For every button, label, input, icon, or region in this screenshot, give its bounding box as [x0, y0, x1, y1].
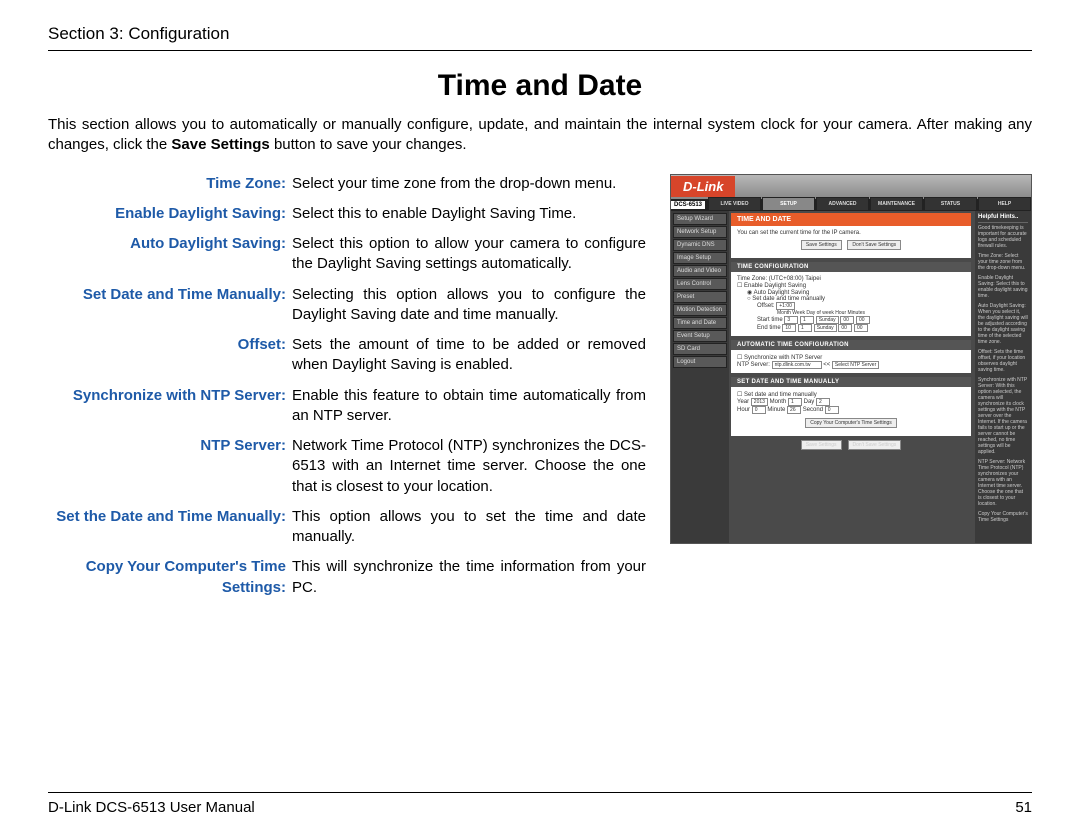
def-label: Synchronize with NTP Server [48, 386, 286, 427]
hint-text: Time Zone: Select your time zone from th… [978, 253, 1028, 271]
sidebar-item[interactable]: Network Setup [673, 226, 727, 238]
def-desc: Sets the amount of time to be added or r… [286, 335, 646, 376]
sidebar-item[interactable]: Setup Wizard [673, 213, 727, 225]
def-desc: Select this option to allow your camera … [286, 234, 646, 275]
tab-live-video[interactable]: LIVE VIDEO [708, 197, 761, 211]
copy-time-button[interactable]: Copy Your Computer's Time Settings [805, 418, 897, 428]
def-label: Time Zone [48, 174, 286, 194]
def-desc: Select your time zone from the drop-down… [286, 174, 646, 194]
def-label: Enable Daylight Saving [48, 204, 286, 224]
hints-header: Helpful Hints.. [978, 214, 1028, 223]
sidebar-item[interactable]: Event Setup [673, 330, 727, 342]
sidebar-item[interactable]: Logout [673, 356, 727, 368]
page-title: Time and Date [48, 69, 1032, 103]
definitions-list: Time ZoneSelect your time zone from the … [48, 174, 646, 608]
sidebar-item[interactable]: Dynamic DNS [673, 239, 727, 251]
section-hdr: SET DATE AND TIME MANUALLY [731, 377, 971, 387]
def-label: Copy Your Computer's Time Settings [48, 557, 286, 598]
panel-title: TIME AND DATE [731, 213, 971, 226]
ntp-label: NTP Server: [737, 362, 770, 368]
section-hdr: AUTOMATIC TIME CONFIGURATION [731, 340, 971, 350]
ntp-server-select[interactable]: Select NTP Server [832, 361, 879, 369]
dont-save-button[interactable]: Don't Save Settings [847, 240, 901, 250]
def-desc: Select this to enable Daylight Saving Ti… [286, 204, 646, 224]
page-footer: D-Link DCS-6513 User Manual 51 [48, 792, 1032, 816]
hints-column: Helpful Hints.. Good timekeeping is impo… [975, 211, 1031, 543]
hint-text: Synchronize with NTP Server: With this o… [978, 377, 1028, 455]
sidebar-item[interactable]: Motion Detection [673, 304, 727, 316]
def-label: Set Date and Time Manually [48, 285, 286, 326]
section-hdr: TIME CONFIGURATION [731, 262, 971, 272]
shot-main: TIME AND DATE You can set the current ti… [729, 211, 975, 543]
hint-text: Copy Your Computer's Time Settings [978, 511, 1028, 523]
model-row: DCS-6513 LIVE VIDEO SETUP ADVANCED MAINT… [671, 199, 1031, 211]
intro-bold: Save Settings [171, 136, 269, 153]
section-header: Section 3: Configuration [48, 24, 1032, 51]
def-label: Set the Date and Time Manually [48, 507, 286, 548]
sidebar-item[interactable]: SD Card [673, 343, 727, 355]
brand-bar: D-Link [671, 175, 1031, 199]
footer-left: D-Link DCS-6513 User Manual [48, 799, 255, 816]
intro-paragraph: This section allows you to automatically… [48, 115, 1032, 156]
hint-text: Offset: Sets the time offset, if your lo… [978, 349, 1028, 373]
start-label: Start time [757, 317, 783, 323]
dont-save-button[interactable]: Don't Save Settings [848, 440, 902, 450]
def-label: Offset [48, 335, 286, 376]
hint-text: Good timekeeping is important for accura… [978, 225, 1028, 249]
embedded-screenshot: D-Link DCS-6513 LIVE VIDEO SETUP ADVANCE… [670, 174, 1032, 544]
tab-help[interactable]: HELP [978, 197, 1031, 211]
model-label: DCS-6513 [671, 201, 705, 209]
tab-maintenance[interactable]: MAINTENANCE [870, 197, 923, 211]
def-label: Auto Daylight Saving [48, 234, 286, 275]
sidebar-item[interactable]: Lens Control [673, 278, 727, 290]
eds-label[interactable]: Enable Daylight Saving [744, 283, 806, 289]
save-button[interactable]: Save Settings [801, 240, 842, 250]
sidebar-item[interactable]: Time and Date [673, 317, 727, 329]
def-label: NTP Server [48, 436, 286, 497]
tab-advanced[interactable]: ADVANCED [816, 197, 869, 211]
def-desc: Enable this feature to obtain time autom… [286, 386, 646, 427]
offset-label: Offset: [757, 303, 775, 309]
ntp-input[interactable]: ntp.dlink.com.tw [772, 361, 822, 369]
panel-sub: You can set the current time for the IP … [737, 230, 965, 236]
sidebar-item[interactable]: Image Setup [673, 252, 727, 264]
save-button[interactable]: Save Settings [801, 440, 842, 450]
page-number: 51 [1015, 799, 1032, 816]
def-desc: This will synchronize the time informati… [286, 557, 646, 598]
sidebar-item[interactable]: Audio and Video [673, 265, 727, 277]
sidebar-item[interactable]: Preset [673, 291, 727, 303]
def-desc: This option allows you to set the time a… [286, 507, 646, 548]
tab-status[interactable]: STATUS [924, 197, 977, 211]
hint-text: NTP Server: Network Time Protocol (NTP) … [978, 459, 1028, 507]
offset-select[interactable]: +1:00 [776, 302, 795, 310]
def-desc: Network Time Protocol (NTP) synchronizes… [286, 436, 646, 497]
hint-text: Enable Daylight Saving: Select this to e… [978, 275, 1028, 299]
dlink-logo: D-Link [671, 176, 735, 197]
tz-value: (UTC+08:00) Taipei [769, 276, 821, 282]
hint-text: Auto Daylight Saving: When you select it… [978, 303, 1028, 345]
def-desc: Selecting this option allows you to conf… [286, 285, 646, 326]
tz-label: Time Zone: [737, 276, 767, 282]
intro-b: button to save your changes. [270, 136, 467, 153]
shot-sidebar: Setup Wizard Network Setup Dynamic DNS I… [671, 211, 729, 543]
end-label: End time [757, 325, 781, 331]
tab-setup[interactable]: SETUP [762, 197, 815, 211]
